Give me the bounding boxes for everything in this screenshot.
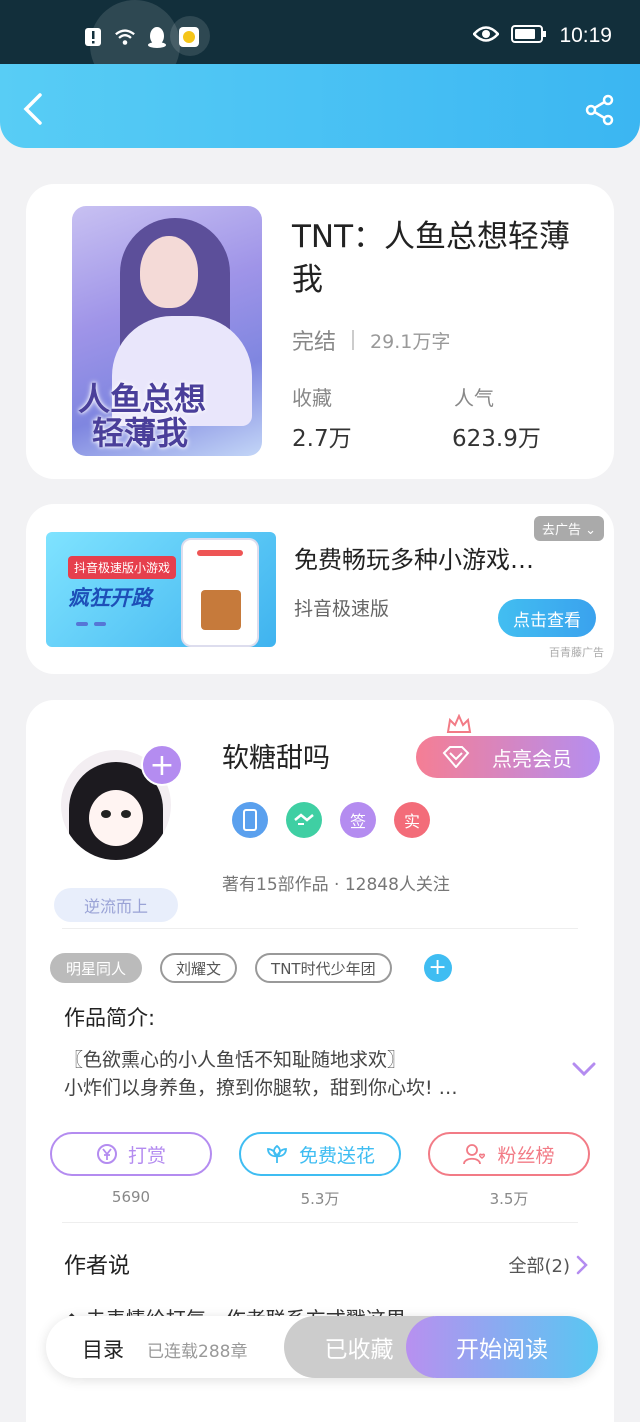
fan-rank-button[interactable]: 粉丝榜	[428, 1132, 590, 1176]
ad-card[interactable]: 抖音极速版小游戏 疯狂开路 免费畅玩多种小游戏… 抖音极速版 去广告 ⌄ 点击查…	[26, 504, 614, 674]
tip-action: 打赏 5690	[50, 1132, 212, 1209]
engagement-actions: 打赏 5690 免费送花 5.3万 粉丝榜 3.5万	[50, 1132, 590, 1209]
expand-chevron-icon[interactable]	[572, 1062, 596, 1076]
author-level-badge: 逆流而上	[54, 888, 178, 922]
author-says-all-link[interactable]: 全部(2)	[509, 1252, 589, 1278]
toc-button[interactable]: 目录	[82, 1334, 124, 1364]
verified-badge-icon[interactable]: 实	[394, 802, 430, 838]
diamond-icon	[442, 746, 470, 768]
tip-button[interactable]: 打赏	[50, 1132, 212, 1176]
share-button[interactable]	[584, 94, 616, 126]
add-tag-button[interactable]: +	[423, 954, 452, 982]
book-status-row: 完结 29.1万字	[292, 324, 450, 356]
author-name[interactable]: 软糖甜吗	[222, 736, 330, 775]
author-says-heading: 作者说	[64, 1254, 131, 1279]
chevron-down-icon: ⌄	[585, 523, 596, 538]
remove-ad-button[interactable]: 去广告 ⌄	[533, 516, 604, 541]
status-bar: 10:19	[0, 0, 640, 90]
bottom-action-bar: 目录 已连载288章 已收藏 开始阅读	[46, 1316, 598, 1378]
follow-author-button[interactable]: +	[141, 744, 183, 786]
book-cover[interactable]: 人鱼总想 轻薄我	[72, 206, 262, 456]
book-title: TNT：人鱼总想轻薄我	[292, 219, 571, 298]
yen-coin-icon	[96, 1144, 117, 1164]
start-reading-button[interactable]: 开始阅读	[406, 1316, 598, 1378]
author-works-followers: 著有15部作品 · 12848人关注	[222, 875, 450, 895]
ad-image-tag: 抖音极速版小游戏	[68, 556, 177, 579]
qq-icon	[146, 26, 168, 48]
back-button[interactable]	[20, 92, 50, 126]
divider	[62, 1222, 578, 1223]
ad-view-button[interactable]: 点击查看	[498, 599, 596, 637]
serial-chapter-count: 已连载288章	[147, 1342, 248, 1362]
ad-source: 抖音极速版	[294, 598, 390, 620]
ad-image[interactable]: 抖音极速版小游戏 疯狂开路	[46, 532, 276, 647]
back-arrow-icon	[23, 93, 42, 125]
tip-count: 5690	[111, 1188, 151, 1206]
plus-icon: +	[149, 748, 175, 783]
alert-icon	[82, 26, 104, 48]
tag-item[interactable]: TNT时代少年团	[255, 953, 392, 983]
intro-heading: 作品简介:	[64, 1006, 156, 1030]
intro-text[interactable]: 〖色欲熏心的小人鱼恬不知耻随地求欢〗 小炸们以身养鱼，撩到你腿软，甜到你心坎! …	[64, 1046, 544, 1102]
eye-icon	[472, 25, 501, 47]
tag-item[interactable]: 明星同人	[50, 953, 143, 983]
tag-list: 明星同人 刘耀文 TNT时代少年团 +	[50, 953, 452, 983]
top-header	[0, 64, 640, 148]
flower-count: 5.3万	[300, 1190, 340, 1208]
app-notification-icon	[178, 26, 200, 48]
ad-phone-illustration	[181, 538, 259, 647]
tag-item[interactable]: 刘耀文	[160, 953, 238, 983]
share-icon	[585, 94, 614, 126]
clock: 10:19	[559, 24, 612, 47]
ad-title: 免费畅玩多种小游戏…	[294, 546, 534, 574]
send-flower-button[interactable]: 免费送花	[239, 1132, 401, 1176]
handshake-medal-icon[interactable]	[286, 802, 322, 838]
author-says-preview[interactable]: ◆ 去表情给打气，作者联系方式戳这里	[64, 1304, 544, 1316]
author-card: + 逆流而上 软糖甜吗 点亮会员 签 实 著有15部作品 · 12848人关注 …	[26, 700, 614, 1422]
divider	[62, 928, 578, 929]
crown-icon	[446, 714, 472, 733]
sign-badge-icon[interactable]: 签	[340, 802, 376, 838]
phone-medal-icon[interactable]	[232, 802, 268, 838]
ad-image-headline: 疯狂开路	[68, 586, 152, 610]
fan-rank-action: 粉丝榜 3.5万	[428, 1132, 590, 1209]
fan-rank-count: 3.5万	[489, 1190, 529, 1208]
vip-button[interactable]: 点亮会员	[416, 736, 600, 778]
favorites-value: 2.7万	[292, 426, 352, 452]
ad-image-buttons	[76, 622, 106, 626]
battery-icon	[511, 24, 547, 48]
plus-icon: +	[428, 955, 447, 980]
ad-brand: 百青藤广告	[549, 646, 604, 659]
wifi-icon	[114, 26, 136, 48]
flower-icon	[267, 1144, 287, 1163]
book-info-card: 人鱼总想 轻薄我 TNT：人鱼总想轻薄我 完结 29.1万字 收藏 2.7万 人…	[26, 184, 614, 479]
completion-status: 完结	[292, 330, 337, 355]
vip-label: 点亮会员	[492, 746, 572, 771]
word-count: 29.1万字	[370, 330, 451, 353]
cover-title: 人鱼总想 轻薄我	[78, 380, 207, 452]
flower-action: 免费送花 5.3万	[239, 1132, 401, 1209]
chevron-right-icon	[576, 1255, 588, 1275]
user-heart-icon	[463, 1144, 486, 1165]
popularity-value: 623.9万	[452, 426, 541, 452]
popularity-label: 人气	[454, 386, 494, 410]
author-honors: 签 实	[232, 802, 430, 838]
favorites-label: 收藏	[292, 386, 332, 410]
